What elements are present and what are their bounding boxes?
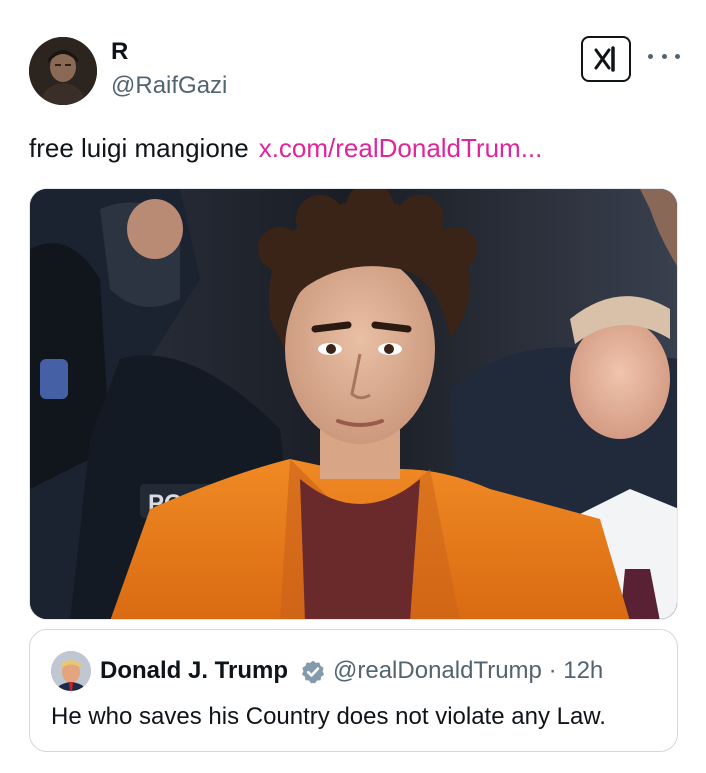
more-icon-dot bbox=[648, 53, 653, 59]
quoted-meta: @realDonaldTrump · 12h bbox=[333, 656, 603, 686]
author-handle[interactable]: @RaifGazi bbox=[111, 72, 227, 100]
verified-badge-icon bbox=[301, 660, 325, 684]
quoted-tweet[interactable]: Donald J. Trump @realDonaldTrump · 12h H… bbox=[29, 629, 678, 752]
quoted-author-avatar[interactable] bbox=[51, 651, 91, 691]
author-display-name[interactable]: R bbox=[111, 38, 128, 66]
tweet-media-image[interactable]: POLIC bbox=[29, 188, 678, 620]
author-avatar-image bbox=[29, 37, 97, 105]
meta-separator: · bbox=[548, 657, 557, 684]
media-photo: POLIC bbox=[30, 189, 677, 619]
more-options-button[interactable] bbox=[648, 46, 680, 66]
grok-icon bbox=[594, 46, 615, 72]
quoted-timestamp[interactable]: 12h bbox=[563, 657, 603, 684]
tweet-body: free luigi mangione bbox=[29, 133, 249, 163]
tweet-text: free luigi mangione x.com/realDonaldTrum.… bbox=[29, 131, 542, 165]
quoted-tweet-text: He who saves his Country does not violat… bbox=[51, 703, 606, 730]
more-icon-dot bbox=[675, 53, 680, 59]
quoted-avatar-image bbox=[51, 651, 91, 691]
tweet-link[interactable]: x.com/realDonaldTrum... bbox=[259, 133, 543, 163]
grok-button[interactable] bbox=[581, 36, 631, 82]
quoted-author-name[interactable]: Donald J. Trump bbox=[100, 656, 288, 686]
quoted-author-handle[interactable]: @realDonaldTrump bbox=[333, 657, 542, 684]
author-avatar[interactable] bbox=[29, 37, 97, 105]
more-icon-dot bbox=[661, 53, 667, 59]
